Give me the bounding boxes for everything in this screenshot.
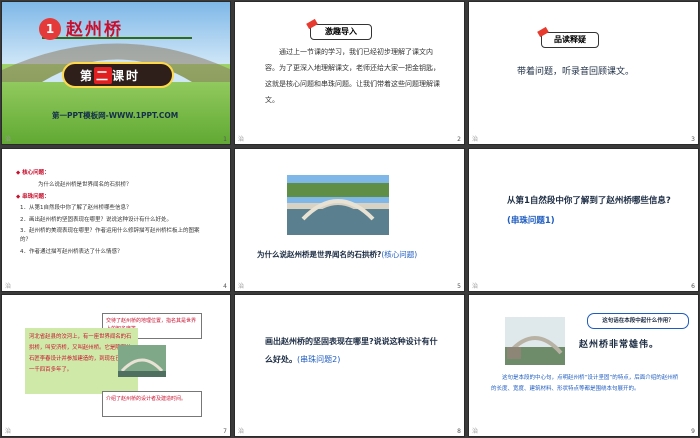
slide-footer: 治 — [5, 283, 12, 290]
slide-thumbnail-6[interactable]: 从第1自然段中你了解到了赵州桥哪些信息? (串珠问题1) 治 6 — [468, 148, 699, 292]
chain-question-1: 从第1自然段中你了解到了赵州桥哪些信息? (串珠问题1) — [507, 191, 677, 231]
slide-number: 2 — [457, 136, 461, 143]
chain-item-3: 3．赵州桥的美观表现在哪里？作者运用什么修辞描写赵州桥栏板上的图案的？ — [20, 228, 200, 243]
core-question-tag: (核心问题) — [381, 250, 418, 259]
core-question-text: 为什么说赵州桥是世界闻名的石拱桥? — [257, 250, 382, 259]
lesson-prefix: 第 — [80, 69, 95, 83]
chain-question-2-tag: (串珠问题2) — [297, 355, 341, 364]
chain-question-2-text: 画出赵州桥的坚固表现在哪里?说说这种设计有什么好处。 — [265, 337, 438, 364]
slide-number: 3 — [691, 136, 695, 143]
slide-footer: 治 — [472, 136, 479, 143]
slide-number: 4 — [223, 283, 227, 290]
key-sentence: 赵州桥非常雄伟。 — [579, 340, 660, 350]
instruction-text: 带着问题，听录音回顾课文。 — [517, 67, 635, 77]
slide-number: 1 — [223, 136, 227, 143]
slide-thumbnail-5[interactable]: 为什么说赵州桥是世界闻名的石拱桥?(核心问题) 治 5 — [234, 148, 465, 292]
slide-footer: 治 — [238, 283, 245, 290]
explanation-paragraph: 这句是本段的中心句，点明赵州桥“设计坚固”的特点，后面介绍的赵州桥的长度、宽度、… — [491, 375, 679, 392]
slide-number: 6 — [691, 283, 695, 290]
bridge-thumbnail — [118, 345, 166, 377]
core-heading-text: 核心问题： — [22, 170, 50, 176]
core-question: 为什么说赵州桥是世界闻名的石拱桥?(核心问题) — [257, 249, 417, 260]
bridge-photo — [505, 317, 565, 365]
chain-item-4: 4．作者通过描写赵州桥表达了什么情感？ — [20, 249, 123, 255]
slide-footer: 治 — [5, 136, 12, 143]
slide-footer: 治 — [238, 428, 245, 435]
bridge-photo — [287, 175, 389, 235]
chain-item-2: 2．画出赵州桥的坚固表现在哪里？说说这种设计有什么好处。 — [20, 217, 173, 223]
chain-question-1-text: 从第1自然段中你了解到了赵州桥哪些信息? — [507, 196, 671, 206]
slide-thumbnail-8[interactable]: 画出赵州桥的坚固表现在哪里?说说这种设计有什么好处。(串珠问题2) 治 8 — [234, 294, 465, 437]
lesson-label: 第二课时 — [80, 67, 140, 84]
annotation-bottom: 介绍了赵州桥的设计者及建造时间。 — [102, 391, 202, 417]
slide-thumbnail-7[interactable]: 交待了赵州桥的地理位置，指名其是世界上的知名度等。 河北省赵县的洨河上，有一座世… — [1, 294, 231, 437]
lesson-number: 二 — [94, 67, 113, 84]
core-question: 为什么说赵州桥是世界闻名的石拱桥？ — [38, 182, 132, 188]
site-label: 第一PPT模板网-WWW.1PPT.COM — [52, 111, 179, 120]
slide-thumbnail-1[interactable]: 1 赵州桥 第二课时 第一PPT模板网-WWW.1PPT.COM 治 1 — [1, 1, 231, 145]
chain-question-1-tag: (串珠问题1) — [507, 216, 555, 226]
slide-thumbnail-9[interactable]: 这句话在本段中起什么作用？ 赵州桥非常雄伟。 这句是本段的中心句，点明赵州桥“设… — [468, 294, 699, 437]
chain-item-1: 1．从第1自然段中你了解了赵州桥哪些信息？ — [20, 205, 132, 211]
chain-heading-text: 串珠问题： — [22, 194, 50, 200]
section-tag: 品读释疑 — [541, 32, 599, 48]
chain-question-2: 画出赵州桥的坚固表现在哪里?说说这种设计有什么好处。(串珠问题2) — [265, 333, 445, 369]
chain-heading: ◆ 串珠问题： — [16, 194, 50, 200]
lesson-suffix: 课时 — [112, 69, 141, 83]
slide-thumbnail-2[interactable]: 激趣导入 通过上一节课的学习，我们已经初步理解了课文内容。为了更深入地理解课文，… — [234, 1, 465, 145]
slide-number: 9 — [691, 428, 695, 435]
slide-thumbnail-4[interactable]: ◆ 核心问题： 为什么说赵州桥是世界闻名的石拱桥？ ◆ 串珠问题： 1．从第1自… — [1, 148, 231, 292]
chapter-badge: 1 — [39, 18, 61, 40]
slide-number: 8 — [457, 428, 461, 435]
slide-footer: 治 — [238, 136, 245, 143]
question-bubble: 这句话在本段中起什么作用？ — [587, 313, 689, 329]
slide-number: 7 — [223, 428, 227, 435]
slide-footer: 治 — [472, 428, 479, 435]
core-heading: ◆ 核心问题： — [16, 170, 50, 176]
slide-thumbnail-3[interactable]: 品读释疑 带着问题，听录音回顾课文。 治 3 — [468, 1, 699, 145]
intro-paragraph: 通过上一节课的学习，我们已经初步理解了课文内容。为了更深入地理解课文，老师还给大… — [265, 48, 440, 104]
slide-footer: 治 — [5, 428, 12, 435]
slide-title: 赵州桥 — [66, 20, 123, 40]
slide-footer: 治 — [472, 283, 479, 290]
slide-number: 5 — [457, 283, 461, 290]
section-tag: 激趣导入 — [310, 24, 372, 40]
